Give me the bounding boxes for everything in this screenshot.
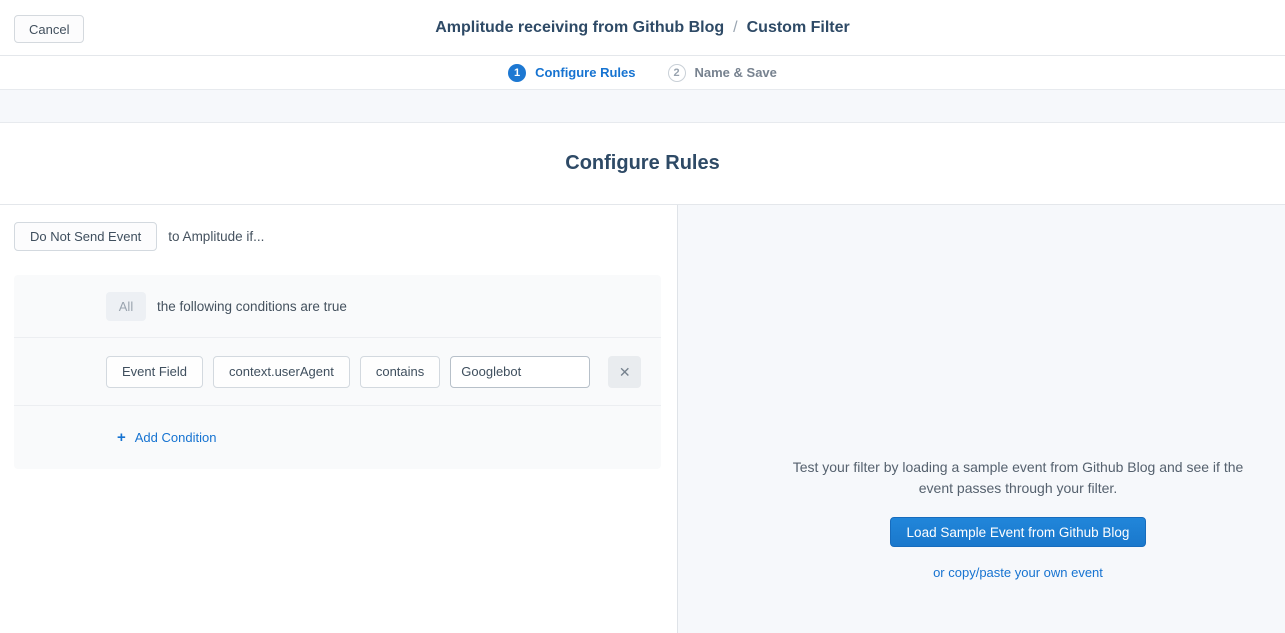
match-suffix-label: the following conditions are true <box>157 299 347 314</box>
breadcrumb: Amplitude receiving from Github Blog / C… <box>435 19 849 37</box>
add-condition-label: Add Condition <box>135 430 217 445</box>
main-content: Do Not Send Event to Amplitude if... All… <box>0 205 1285 633</box>
action-row: Do Not Send Event to Amplitude if... <box>14 222 663 251</box>
condition-row: Event Field context.userAgent contains ✕ <box>14 338 661 406</box>
remove-condition-button[interactable]: ✕ <box>608 356 641 388</box>
match-type-row: All the following conditions are true <box>14 275 661 338</box>
toolbar-strip <box>0 90 1285 123</box>
close-icon: ✕ <box>619 365 631 379</box>
stepper-bar: 1 Configure Rules 2 Name & Save <box>0 56 1285 90</box>
page-title: Configure Rules <box>565 152 719 175</box>
step-2-label: Name & Save <box>695 65 777 80</box>
rule-builder-panel: Do Not Send Event to Amplitude if... All… <box>0 205 678 633</box>
test-description: Test your filter by loading a sample eve… <box>779 457 1257 499</box>
cancel-button[interactable]: Cancel <box>14 15 84 43</box>
add-condition-button[interactable]: + Add Condition <box>117 429 216 446</box>
breadcrumb-secondary: Custom Filter <box>747 19 850 37</box>
plus-icon: + <box>117 429 126 446</box>
condition-group-box: All the following conditions are true Ev… <box>14 275 661 469</box>
paste-own-event-link[interactable]: or copy/paste your own event <box>933 565 1103 580</box>
match-type-button[interactable]: All <box>106 292 146 321</box>
add-condition-row: + Add Condition <box>14 406 661 469</box>
breadcrumb-separator-icon: / <box>733 19 737 37</box>
load-sample-event-button[interactable]: Load Sample Event from Github Blog <box>890 517 1147 547</box>
condition-value-input[interactable] <box>450 356 590 388</box>
step-1-label: Configure Rules <box>535 65 635 80</box>
test-filter-panel: Test your filter by loading a sample eve… <box>678 205 1285 633</box>
step-1-circle-icon: 1 <box>508 64 526 82</box>
breadcrumb-primary: Amplitude receiving from Github Blog <box>435 19 724 37</box>
title-section: Configure Rules <box>0 123 1285 205</box>
step-2-circle-icon: 2 <box>668 64 686 82</box>
condition-field-button[interactable]: context.userAgent <box>213 356 350 388</box>
condition-type-button[interactable]: Event Field <box>106 356 203 388</box>
action-type-button[interactable]: Do Not Send Event <box>14 222 157 251</box>
step-name-and-save[interactable]: 2 Name & Save <box>668 64 777 82</box>
top-header: Cancel Amplitude receiving from Github B… <box>0 0 1285 56</box>
step-configure-rules[interactable]: 1 Configure Rules <box>508 64 635 82</box>
condition-operator-button[interactable]: contains <box>360 356 440 388</box>
action-suffix-label: to Amplitude if... <box>168 229 264 244</box>
